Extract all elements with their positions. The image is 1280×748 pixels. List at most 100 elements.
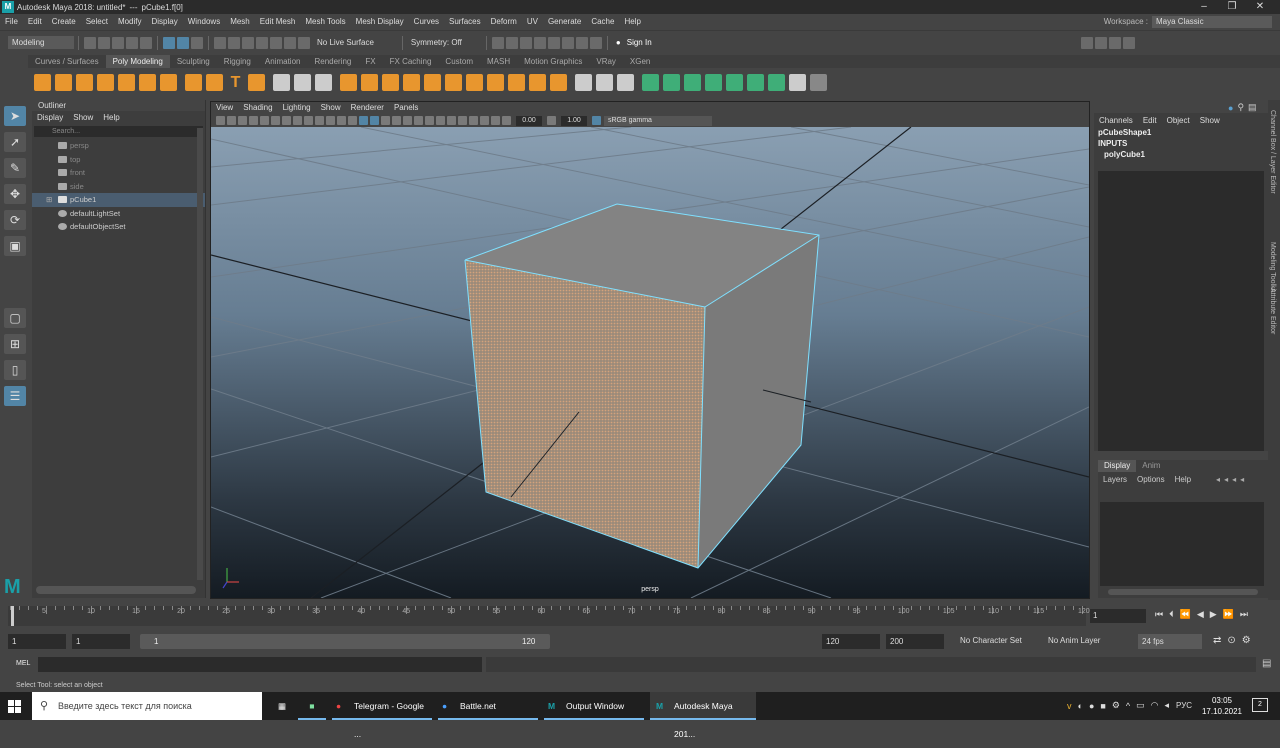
menu-create[interactable]: Create [47, 14, 81, 29]
multi-cut-icon[interactable] [575, 73, 592, 91]
new-scene-icon[interactable] [84, 36, 96, 49]
snap-view-icon[interactable] [284, 36, 296, 49]
character-set-dropdown[interactable]: No Character Set [960, 636, 1022, 645]
layer-new-selected-icon[interactable]: ◂ [1240, 475, 1244, 484]
uv-unfold-icon[interactable] [726, 73, 743, 91]
poly-plane-icon[interactable] [139, 73, 156, 91]
color-management-icon[interactable] [592, 116, 601, 125]
move-tool-icon[interactable]: ✥ [4, 184, 26, 204]
viewport-canvas[interactable]: persp [211, 127, 1089, 598]
single-view-icon[interactable]: ▢ [4, 308, 26, 328]
menu-mesh[interactable]: Mesh [225, 14, 255, 29]
exposure-field[interactable]: 0.00 [516, 115, 542, 126]
workspace-dropdown[interactable]: Maya Classic [1152, 16, 1272, 28]
poly-disc-icon[interactable] [160, 73, 177, 91]
mirror-icon[interactable] [361, 73, 378, 91]
snap-grid-icon[interactable] [214, 36, 226, 49]
taskbar-search-input[interactable]: Введите здесь текст для поиска [32, 692, 262, 720]
playback-start-field[interactable]: 1 [72, 634, 130, 649]
notification-icon[interactable]: 2 [1252, 698, 1268, 712]
xray-components-icon[interactable] [491, 116, 500, 125]
uv-editor-icon[interactable] [768, 73, 785, 91]
outliner-item-pcube1[interactable]: ⊞ pCube1 [32, 193, 205, 207]
taskbar-app-telegram[interactable]: ● Telegram - Google ... [332, 692, 432, 739]
script-editor-icon[interactable]: ▤ [1262, 658, 1271, 669]
rotate-tool-icon[interactable]: ⟳ [4, 210, 26, 230]
menu-generate[interactable]: Generate [543, 14, 586, 29]
menu-set-dropdown[interactable]: Modeling [8, 36, 74, 49]
combine-icon[interactable] [273, 73, 290, 91]
grid-toggle-icon[interactable] [282, 116, 291, 125]
outliner-item-default-object-set[interactable]: defaultObjectSet [32, 220, 205, 234]
fill-hole-icon[interactable] [445, 73, 462, 91]
shelf-tab-rigging[interactable]: Rigging [217, 55, 258, 68]
shelf-tab-poly-modeling[interactable]: Poly Modeling [105, 55, 170, 68]
mel-input[interactable] [38, 657, 482, 672]
playback-end-field[interactable]: 120 [822, 634, 880, 649]
mash-logo-icon[interactable] [810, 73, 827, 91]
redo-icon[interactable] [140, 36, 152, 49]
cleanup-icon[interactable] [466, 73, 483, 91]
poly-sphere-icon[interactable] [34, 73, 51, 91]
shelf-tab-motion-graphics[interactable]: Motion Graphics [517, 55, 589, 68]
anti-aliasing-icon[interactable] [436, 116, 445, 125]
merge-icon[interactable] [487, 73, 504, 91]
battery-icon[interactable]: ▭ [1136, 700, 1145, 711]
cb-menu-edit[interactable]: Edit [1143, 115, 1157, 127]
time-slider-track[interactable]: 5 10 15 20 25 30 35 40 45 50 55 60 65 70 75 80 85 90 95 100… [8, 606, 1090, 626]
smooth-shade-icon[interactable] [359, 116, 368, 125]
layer-tab-display[interactable]: Display [1098, 460, 1137, 472]
wedge-icon[interactable] [529, 73, 546, 91]
cb-shape-node[interactable]: pCubeShape1 [1094, 127, 1268, 138]
view-transform-dropdown[interactable]: sRGB gamma [604, 115, 712, 126]
paint-select-icon[interactable]: ✎ [4, 158, 26, 178]
layer-move-down-icon[interactable]: ◂ [1224, 475, 1228, 484]
four-view-icon[interactable]: ⊞ [4, 334, 26, 354]
lasso-tool-icon[interactable]: ➚ [4, 132, 26, 152]
vp-menu-shading[interactable]: Shading [243, 102, 272, 114]
shelf-tab-curves[interactable]: Curves / Surfaces [28, 55, 106, 68]
animation-prefs-icon[interactable]: ⚙ [1242, 635, 1251, 646]
sign-in-button[interactable]: Sign In [622, 36, 687, 49]
cb-menu-object[interactable]: Object [1167, 115, 1190, 127]
layer-menu-layers[interactable]: Layers [1103, 475, 1127, 484]
use-all-lights-icon[interactable] [392, 116, 401, 125]
shelf-tab-vray[interactable]: VRay [589, 55, 623, 68]
live-surface-label[interactable]: No Live Surface [317, 38, 374, 47]
menu-edit-mesh[interactable]: Edit Mesh [255, 14, 301, 29]
app-3-icon[interactable]: ■ [298, 692, 326, 720]
side-tab-channel-box[interactable]: Channel Box / Layer Editor [1269, 110, 1276, 194]
2d-pan-icon[interactable] [260, 116, 269, 125]
layer-menu-help[interactable]: Help [1175, 475, 1191, 484]
step-back-frame-icon[interactable]: ⏪ [1180, 609, 1191, 620]
image-plane-icon[interactable] [249, 116, 258, 125]
menu-uv[interactable]: UV [522, 14, 543, 29]
platonic-solid-icon[interactable] [185, 73, 202, 91]
step-forward-frame-icon[interactable]: ⏩ [1223, 609, 1234, 620]
xray-joints-icon[interactable] [480, 116, 489, 125]
taskbar-app-maya[interactable]: M Autodesk Maya 201... [650, 692, 756, 739]
outliner-search-input[interactable]: Search... [34, 126, 203, 137]
gamma-field[interactable]: 1.00 [561, 115, 587, 126]
tray-app-icon[interactable]: ◐ [1078, 701, 1083, 711]
shelf-tab-fx-caching[interactable]: FX Caching [383, 55, 439, 68]
poly-cylinder-icon[interactable] [76, 73, 93, 91]
taskbar-app-battlenet[interactable]: ● Battle.net [438, 692, 538, 720]
current-frame-field[interactable]: 1 [1090, 609, 1146, 623]
outliner-layout-icon[interactable]: ☰ [4, 386, 26, 406]
outliner-item-persp[interactable]: persp [32, 139, 205, 153]
wireframe-icon[interactable] [348, 116, 357, 125]
boolean-icon[interactable] [340, 73, 357, 91]
select-by-object-icon[interactable] [191, 36, 203, 49]
ipr-render-icon[interactable] [519, 36, 532, 49]
clock[interactable]: 03:05 17.10.2021 [1200, 695, 1244, 717]
menu-cache[interactable]: Cache [586, 14, 619, 29]
film-gate-icon[interactable] [293, 116, 302, 125]
uv-automatic-icon[interactable] [705, 73, 722, 91]
bookmark-icon[interactable] [238, 116, 247, 125]
snap-plane-icon[interactable] [256, 36, 268, 49]
layer-h-scrollbar[interactable] [1108, 589, 1258, 595]
select-tool-icon[interactable]: ➤ [4, 106, 26, 126]
camera-select-icon[interactable] [216, 116, 225, 125]
menu-help[interactable]: Help [619, 14, 645, 29]
